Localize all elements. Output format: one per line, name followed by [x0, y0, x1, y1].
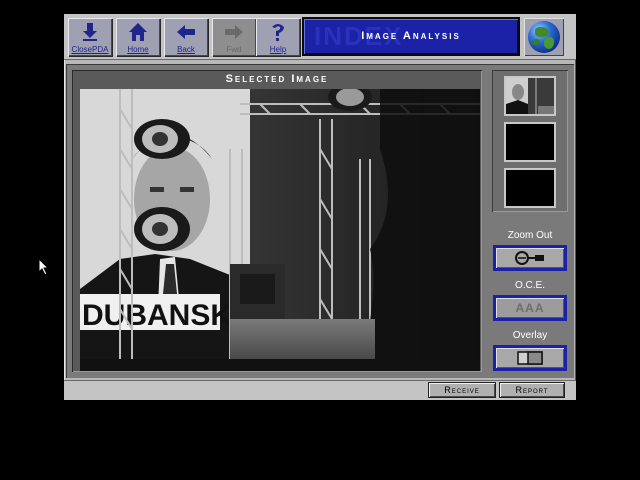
oce-button[interactable]: AAA: [496, 298, 564, 318]
overlay-icon: [517, 351, 543, 365]
back-arrow-icon: [177, 25, 195, 39]
home-icon: [129, 23, 147, 41]
poster-text: DUBANSK: [82, 299, 232, 332]
thumbnail-1[interactable]: [506, 78, 554, 114]
receive-button[interactable]: Receive: [429, 383, 495, 397]
title-bar: INDEX Image Analysis: [304, 19, 518, 54]
selected-image-title: Selected Image: [225, 73, 329, 85]
thumbnail-3[interactable]: [506, 170, 554, 206]
oce-label: O.C.E.: [514, 280, 545, 291]
toolbar: ClosePDA Home Back Fwd Help INDEX Image …: [64, 14, 576, 60]
globe-icon: [528, 21, 560, 53]
back-button[interactable]: Back: [164, 18, 208, 56]
close-pda-icon: [83, 23, 97, 41]
close-pda-label: ClosePDA: [71, 45, 109, 54]
thumbnail-1-image: [506, 78, 554, 114]
close-pda-button[interactable]: ClosePDA: [68, 18, 112, 56]
back-label: Back: [177, 45, 195, 54]
home-label: Home: [127, 45, 149, 54]
selected-image-panel: Selected Image DUBANSK: [72, 70, 482, 372]
overlay-button[interactable]: [496, 348, 564, 368]
zoom-out-button[interactable]: [496, 248, 564, 268]
mouse-cursor-icon: [38, 258, 50, 276]
oce-button-text: AAA: [515, 301, 545, 315]
home-button[interactable]: Home: [116, 18, 160, 56]
thumbnail-2[interactable]: [506, 124, 554, 160]
pda-window: ClosePDA Home Back Fwd Help INDEX Image …: [64, 14, 576, 400]
report-button[interactable]: Report: [500, 383, 564, 397]
page-title: Image Analysis: [361, 30, 461, 42]
content-area: Selected Image DUBANSK Zoom Out O.C.E. A…: [66, 64, 574, 378]
magnifier-icon: [515, 251, 544, 265]
selected-image[interactable]: DUBANSK: [80, 89, 480, 371]
help-label: Help: [269, 45, 287, 54]
bottom-bar: Receive Report: [64, 380, 576, 400]
globe-button[interactable]: [524, 18, 564, 56]
overlay-label: Overlay: [512, 330, 548, 341]
forward-label: Fwd: [226, 45, 242, 54]
thumbnail-panel: [492, 70, 568, 212]
forward-arrow-icon: [225, 25, 243, 39]
forward-button[interactable]: Fwd: [212, 18, 256, 56]
zoom-out-label: Zoom Out: [507, 230, 553, 241]
stage-photo: DUBANSK: [80, 89, 480, 371]
help-button[interactable]: Help: [256, 18, 300, 56]
help-icon: [272, 24, 284, 41]
